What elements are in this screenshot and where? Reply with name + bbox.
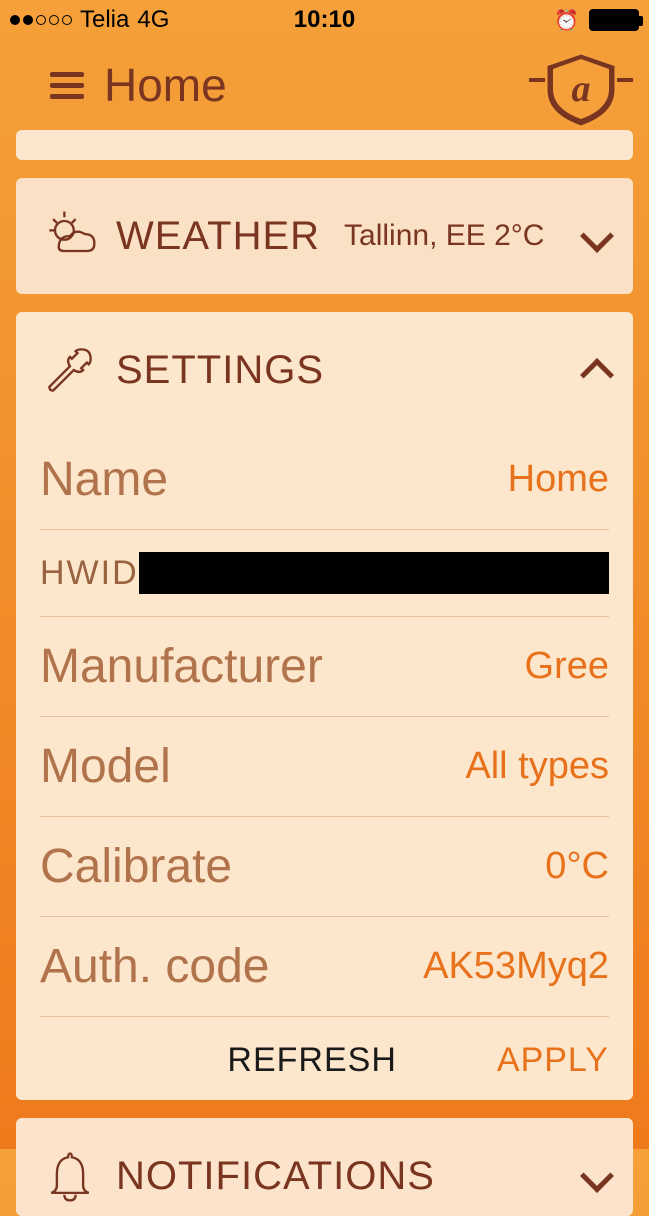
chevron-down-icon [580, 1159, 614, 1193]
setting-label: HWID [40, 554, 139, 593]
menu-icon[interactable] [50, 72, 84, 99]
notifications-title: NOTIFICATIONS [116, 1154, 435, 1199]
weather-title: WEATHER [116, 214, 320, 259]
weather-card[interactable]: WEATHER Tallinn, EE 2°C [16, 178, 633, 294]
setting-row-calibrate[interactable]: Calibrate 0°C [40, 817, 609, 917]
battery-icon [589, 9, 639, 31]
setting-value: All types [465, 745, 609, 788]
bell-icon [40, 1146, 100, 1206]
svg-text:a: a [572, 68, 591, 110]
app-logo-icon: a [521, 45, 641, 135]
settings-header[interactable]: SETTINGS [40, 340, 609, 400]
setting-value: Gree [525, 645, 609, 688]
setting-row-authcode[interactable]: Auth. code AK53Myq2 [40, 917, 609, 1017]
weather-icon [40, 206, 100, 266]
status-time: 10:10 [294, 6, 355, 34]
status-bar: Telia 4G 10:10 ⏰ [0, 0, 649, 40]
alarm-icon: ⏰ [554, 8, 579, 33]
header-title: Home [104, 58, 227, 112]
setting-label: Auth. code [40, 939, 270, 994]
setting-label: Model [40, 739, 171, 794]
setting-label: Calibrate [40, 839, 232, 894]
setting-row-manufacturer[interactable]: Manufacturer Gree [40, 617, 609, 717]
setting-row-name[interactable]: Name Home [40, 430, 609, 530]
hwid-value-redacted [139, 552, 609, 594]
app-header: Home a [0, 40, 649, 130]
setting-label: Name [40, 452, 168, 507]
chevron-up-icon [580, 358, 614, 392]
setting-label: Manufacturer [40, 639, 323, 694]
settings-title: SETTINGS [116, 348, 324, 393]
setting-value: AK53Myq2 [423, 945, 609, 988]
refresh-button[interactable]: REFRESH [227, 1041, 396, 1080]
network-label: 4G [137, 6, 169, 34]
notifications-card[interactable]: NOTIFICATIONS [16, 1118, 633, 1216]
status-right: ⏰ [554, 8, 639, 33]
signal-dots-icon [10, 15, 72, 25]
setting-value: 0°C [545, 845, 609, 888]
setting-row-hwid[interactable]: HWID [40, 530, 609, 617]
apply-button[interactable]: APPLY [497, 1041, 609, 1080]
setting-value: Home [508, 458, 609, 501]
status-left: Telia 4G [10, 6, 169, 34]
setting-row-model[interactable]: Model All types [40, 717, 609, 817]
settings-card: SETTINGS Name Home HWID Manufacturer Gre… [16, 312, 633, 1100]
chevron-down-icon [580, 219, 614, 253]
carrier-label: Telia [80, 6, 129, 34]
wrench-icon [40, 340, 100, 400]
weather-summary: Tallinn, EE 2°C [344, 219, 544, 253]
settings-actions: REFRESH APPLY [40, 1017, 609, 1080]
